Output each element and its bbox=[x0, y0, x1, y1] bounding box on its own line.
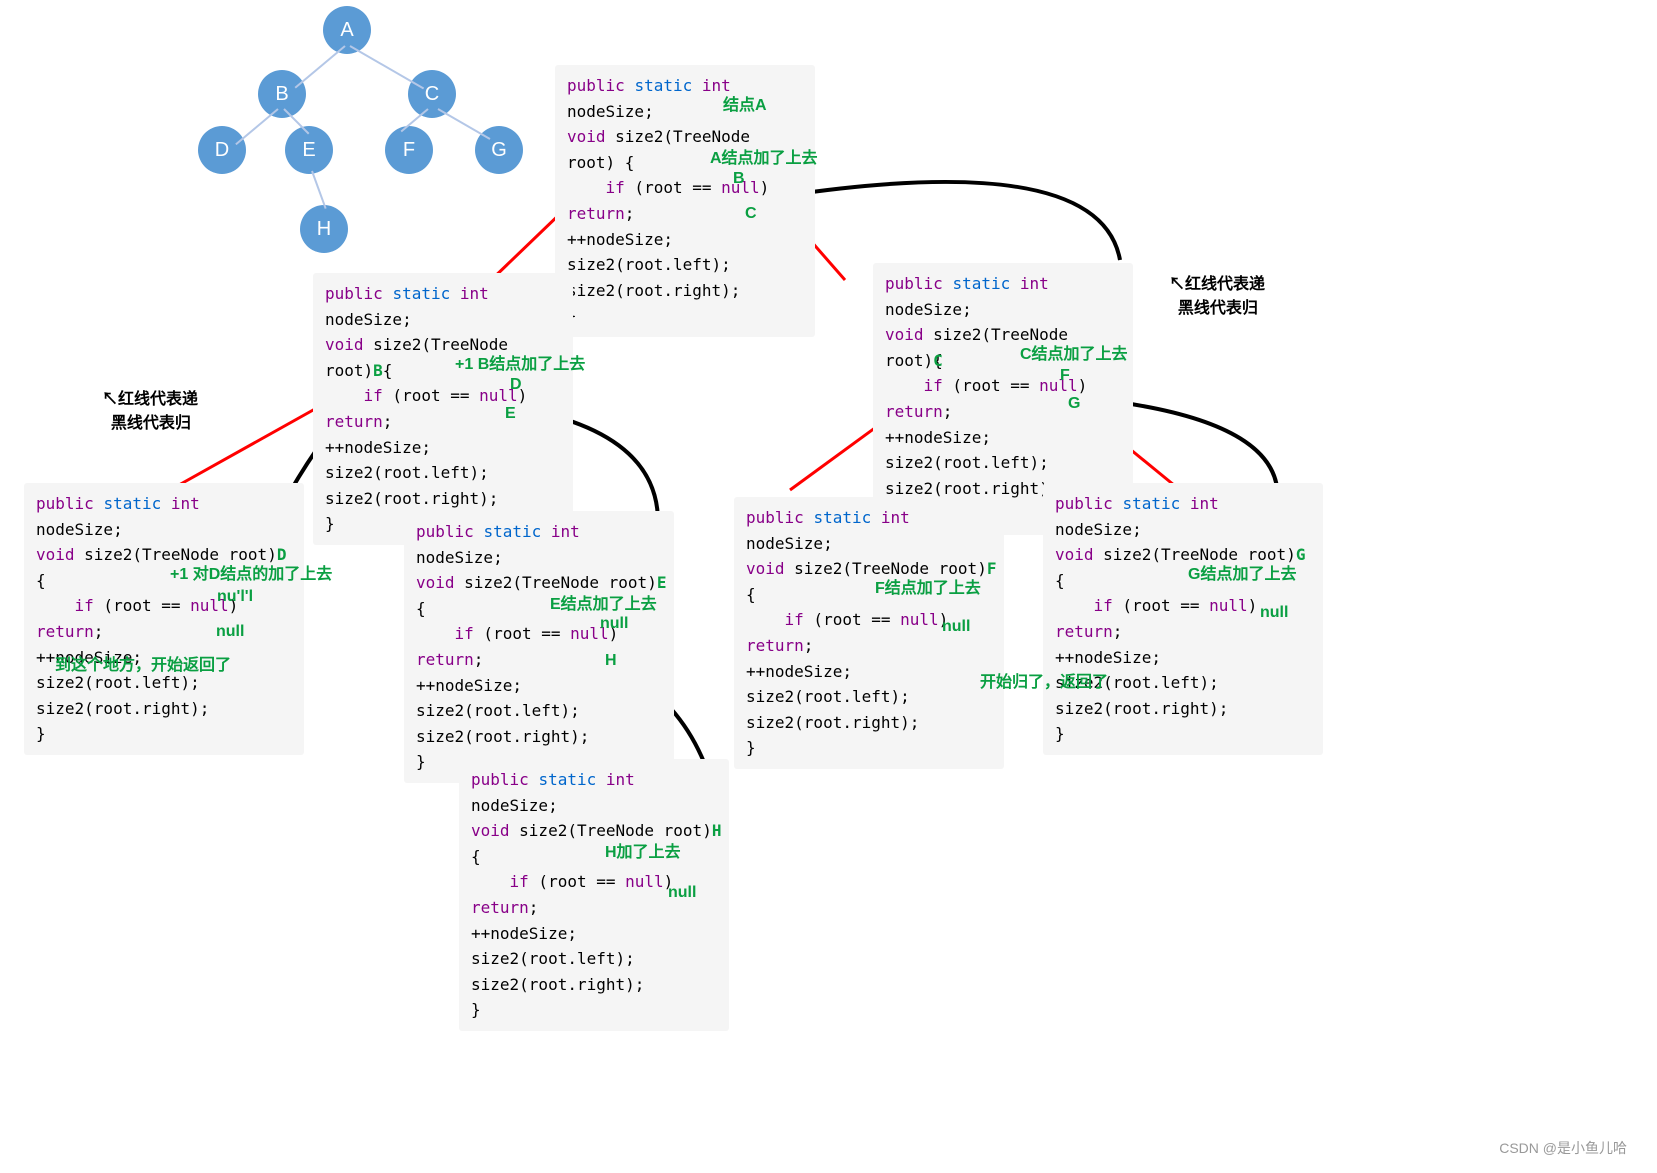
annotation-d-return: 到这个地方，开始返回了 bbox=[55, 651, 231, 675]
annotation-b-d: D bbox=[510, 376, 522, 394]
legend-left: ↖红线代表递 黑线代表归 bbox=[102, 385, 198, 433]
annotation-f-added: F结点加了上去 bbox=[875, 574, 981, 598]
code-block-b: public static int nodeSize; void size2(T… bbox=[313, 273, 573, 545]
annotation-e-added: E结点加了上去 bbox=[550, 590, 657, 614]
annotation-g-return: 开始归了，返回了 bbox=[980, 668, 1108, 692]
tree-node-b: B bbox=[258, 70, 306, 118]
annotation-a-node: 结点A bbox=[723, 91, 767, 115]
tree-node-d: D bbox=[198, 126, 246, 174]
code-block-d: public static int nodeSize; void size2(T… bbox=[24, 483, 304, 755]
tree-edge bbox=[350, 45, 425, 89]
annotation-c-f: F bbox=[1060, 367, 1070, 385]
tree-node-h: H bbox=[300, 205, 348, 253]
tree-edge bbox=[295, 45, 346, 88]
annotation-b-e: E bbox=[505, 405, 516, 423]
tree-node-a: A bbox=[323, 6, 371, 54]
tree-node-c: C bbox=[408, 70, 456, 118]
watermark: CSDN @是小鱼儿哈 bbox=[1499, 1138, 1627, 1158]
annotation-e-null: null bbox=[600, 615, 628, 633]
tree-node-f: F bbox=[385, 126, 433, 174]
legend-right: ↖红线代表递 黑线代表归 bbox=[1169, 270, 1265, 318]
annotation-d-added: +1 对D结点的加了上去 bbox=[170, 560, 332, 584]
annotation-b-added: +1 B结点加了上去 bbox=[455, 350, 585, 374]
annotation-c-added: C结点加了上去 bbox=[1020, 340, 1128, 364]
annotation-a-added: A结点加了上去 bbox=[710, 144, 818, 168]
tree-edge bbox=[235, 108, 278, 145]
annotation-e-h: H bbox=[605, 652, 617, 670]
tree-edge bbox=[438, 108, 491, 140]
annotation-c-g: G bbox=[1068, 395, 1080, 413]
code-block-e: public static int nodeSize; void size2(T… bbox=[404, 511, 674, 783]
annotation-a-c: C bbox=[745, 205, 757, 223]
annotation-d-null1: nu'l'l bbox=[217, 588, 253, 606]
annotation-f-null: null bbox=[942, 618, 970, 636]
annotation-g-added: G结点加了上去 bbox=[1188, 560, 1296, 584]
annotation-d-null2: null bbox=[216, 623, 244, 641]
annotation-h-added: H加了上去 bbox=[605, 838, 681, 862]
annotation-h-null: null bbox=[668, 884, 696, 902]
tree-edge bbox=[311, 171, 327, 209]
annotation-g-null: null bbox=[1260, 604, 1288, 622]
code-block-a: public static int nodeSize; void size2(T… bbox=[555, 65, 815, 337]
annotation-a-b: B bbox=[733, 170, 745, 188]
